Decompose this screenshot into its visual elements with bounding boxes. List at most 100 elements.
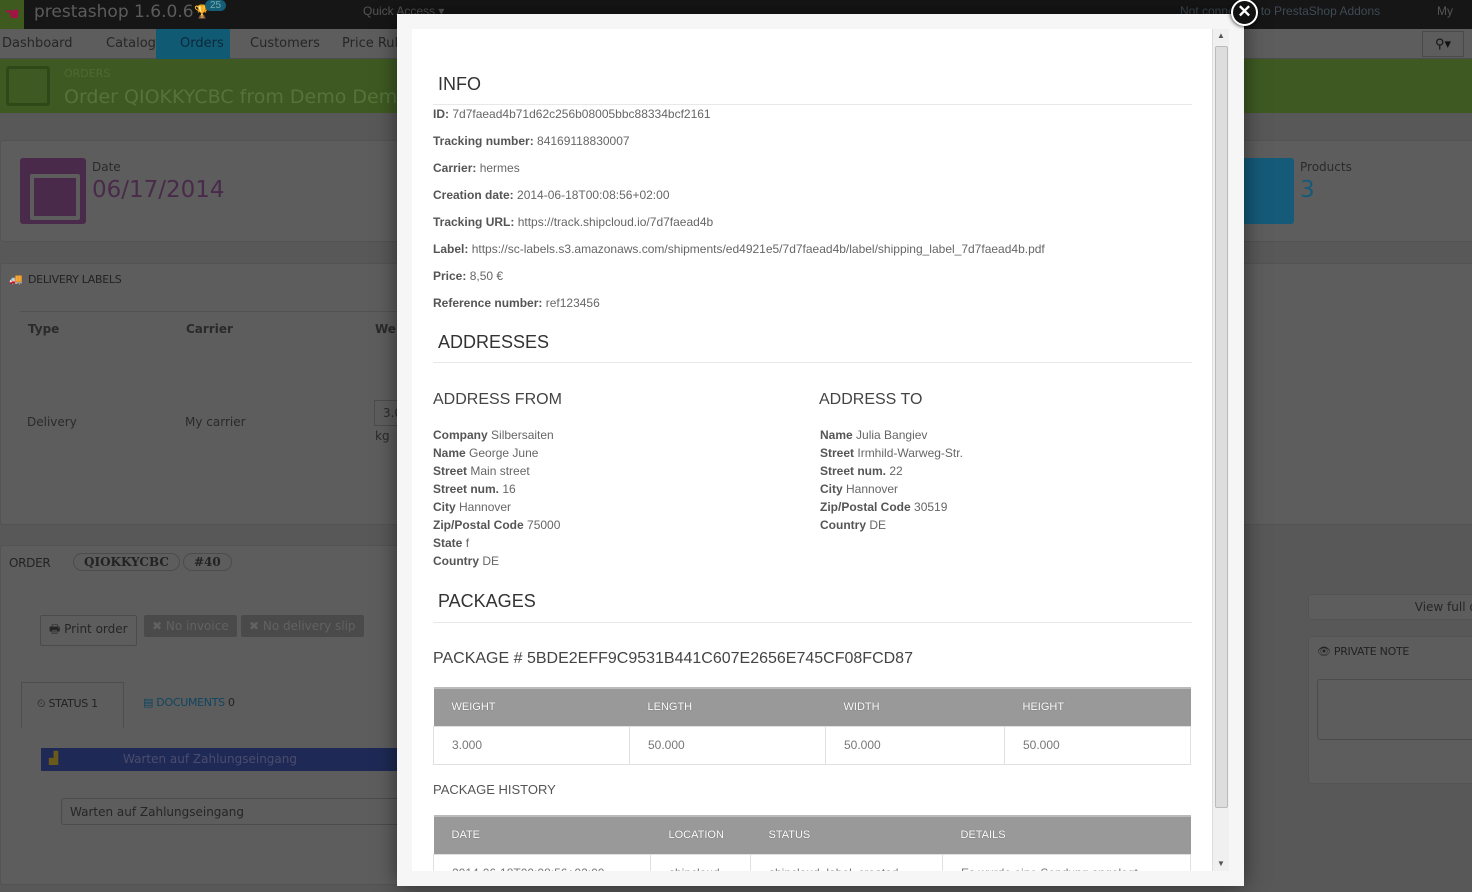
print-order-button[interactable]: 🖶 Print order	[40, 615, 137, 646]
field-value: https://track.shipcloud.io/7d7faead4b	[517, 215, 714, 229]
field-label: Name	[820, 428, 853, 442]
no-invoice-button[interactable]: ✖ No invoice	[144, 615, 237, 637]
tab-documents-label: DOCUMENTS	[156, 696, 225, 709]
weight-cell: 3.000	[433, 725, 630, 765]
private-note-label: PRIVATE NOTE	[1333, 645, 1410, 658]
col-location: LOCATION	[650, 815, 751, 854]
col-status: STATUS	[750, 815, 943, 854]
order-title: ORDER	[9, 556, 51, 570]
field-row: Name Julia Bangiev	[820, 426, 963, 444]
field-label: Label:	[433, 242, 469, 256]
order-id: #40	[183, 553, 232, 571]
view-full-details-button[interactable]: View full d	[1308, 594, 1472, 620]
shipment-details-modal: INFO ID: 7d7faead4b71d62c256b08005bbc883…	[397, 14, 1244, 886]
field-value: Hannover	[459, 500, 512, 514]
col-length: LENGTH	[629, 687, 826, 726]
col-details: DETAILS	[942, 815, 1191, 854]
field-value: 2014-06-18T00:08:56+02:00	[517, 188, 670, 202]
table-row: 3.000 50.000 50.000 50.000	[433, 725, 1191, 765]
field-label: Street	[820, 446, 855, 460]
field-value: 75000	[527, 518, 561, 532]
products-icon	[1244, 158, 1294, 224]
field-row: Company Silbersaiten	[433, 426, 560, 444]
nav-catalog[interactable]: Catalog	[100, 29, 162, 59]
field-row: Country DE	[433, 552, 560, 570]
status-select[interactable]: Warten auf Zahlungseingang	[61, 798, 401, 825]
scroll-down-arrow-icon[interactable]: ▼	[1217, 859, 1225, 868]
address-from: Company Silbersaiten Name George June Stre…	[433, 426, 560, 570]
field-label: State	[433, 536, 463, 550]
field-row: Street num. 22	[820, 462, 963, 480]
packages-heading: PACKAGES	[438, 591, 536, 611]
tab-documents[interactable]: ▤ DOCUMENTS 0	[143, 696, 235, 709]
nav-customers[interactable]: Customers	[244, 29, 326, 59]
nav-dashboard[interactable]: Dashboard	[0, 29, 79, 59]
search-dropdown-button[interactable]: ⚲▾	[1422, 31, 1464, 57]
address-to: Name Julia Bangiev Street Irmhild-Warweg-…	[820, 426, 963, 534]
field-value: 7d7faead4b71d62c256b08005bbc88334bcf2161	[452, 107, 711, 121]
field-value: ref123456	[545, 296, 600, 310]
status-count: 1	[91, 697, 98, 710]
field-value: DE	[869, 518, 887, 532]
col-height: HEIGHT	[1004, 687, 1191, 726]
info-heading: INFO	[438, 74, 481, 94]
scrollbar-thumb[interactable]	[1215, 46, 1228, 808]
field-label: Price:	[433, 269, 467, 283]
nav-orders[interactable]: Orders	[156, 29, 230, 59]
field-value: DE	[482, 554, 500, 568]
field-row: Street Main street	[433, 462, 560, 480]
field-row: Zip/Postal Code 30519	[820, 498, 963, 516]
no-delivery-slip-button[interactable]: ✖ No delivery slip	[241, 615, 364, 637]
address-from-heading: ADDRESS FROM	[433, 391, 562, 408]
field-value: 30519	[914, 500, 948, 514]
tab-status[interactable]: ⏲ STATUS 1	[21, 682, 124, 728]
brand-name[interactable]: prestashop 1.6.0.6	[34, 2, 194, 22]
products-value: 3	[1300, 177, 1315, 203]
field-row: State f	[433, 534, 560, 552]
private-note-title: 👁 PRIVATE NOTE	[1317, 645, 1410, 658]
breadcrumb[interactable]: ORDERS	[64, 67, 110, 80]
package-history-table: DATE LOCATION STATUS DETAILS 2014-06-18T…	[433, 815, 1191, 871]
col-type: Type	[28, 322, 60, 336]
close-modal-button[interactable]: ✕	[1231, 0, 1258, 26]
scroll-up-arrow-icon[interactable]: ▲	[1217, 31, 1225, 40]
products-label: Products	[1300, 160, 1352, 174]
date-value: 06/17/2014	[92, 177, 225, 203]
field-label: Country	[433, 554, 479, 568]
field-label: Carrier:	[433, 161, 477, 175]
no-invoice-label: No invoice	[165, 619, 229, 633]
location-cell: shipcloud	[650, 853, 751, 871]
field-value: 84169118830007	[537, 134, 630, 148]
field-row: Tracking URL: https://track.shipcloud.io…	[433, 215, 713, 229]
field-row: City Hannover	[433, 498, 560, 516]
no-delivery-slip-label: No delivery slip	[262, 619, 356, 633]
modal-scrollbar[interactable]: ▲ ▼	[1212, 29, 1229, 871]
status-cell: shipcloud_label_created	[750, 853, 943, 871]
date-label: Date	[92, 160, 121, 174]
field-value: 16	[502, 482, 516, 496]
table-header-row: WEIGHT LENGTH WIDTH HEIGHT	[433, 687, 1191, 726]
prestashop-logo-icon[interactable]: ☚	[0, 0, 24, 29]
field-row: Name George June	[433, 444, 560, 462]
private-note-textarea[interactable]	[1317, 679, 1472, 740]
col-carrier: Carrier	[186, 322, 233, 336]
field-label: City	[433, 500, 456, 514]
calendar-icon	[20, 158, 86, 224]
field-row: Label: https://sc-labels.s3.amazonaws.co…	[433, 242, 1045, 256]
coins-icon: ▟	[49, 751, 59, 765]
date-cell: 2014-06-18T00:08:56+02:00	[433, 853, 651, 871]
field-value: https://sc-labels.s3.amazonaws.com/shipm…	[471, 242, 1045, 256]
field-label: City	[820, 482, 843, 496]
documents-count: 0	[228, 696, 235, 709]
address-to-heading: ADDRESS TO	[819, 391, 923, 408]
length-cell: 50.000	[629, 725, 826, 765]
orders-card-icon	[6, 66, 50, 106]
package-history-heading: PACKAGE HISTORY	[433, 782, 556, 797]
field-label: Tracking URL:	[433, 215, 515, 229]
field-value: Irmhild-Warweg-Str.	[857, 446, 963, 460]
modal-content: INFO ID: 7d7faead4b71d62c256b08005bbc883…	[412, 29, 1212, 871]
my-shop-link[interactable]: My	[1437, 4, 1453, 18]
field-row: Street num. 16	[433, 480, 560, 498]
col-weight: WEIGHT	[433, 687, 630, 726]
field-label: Street num.	[820, 464, 887, 478]
